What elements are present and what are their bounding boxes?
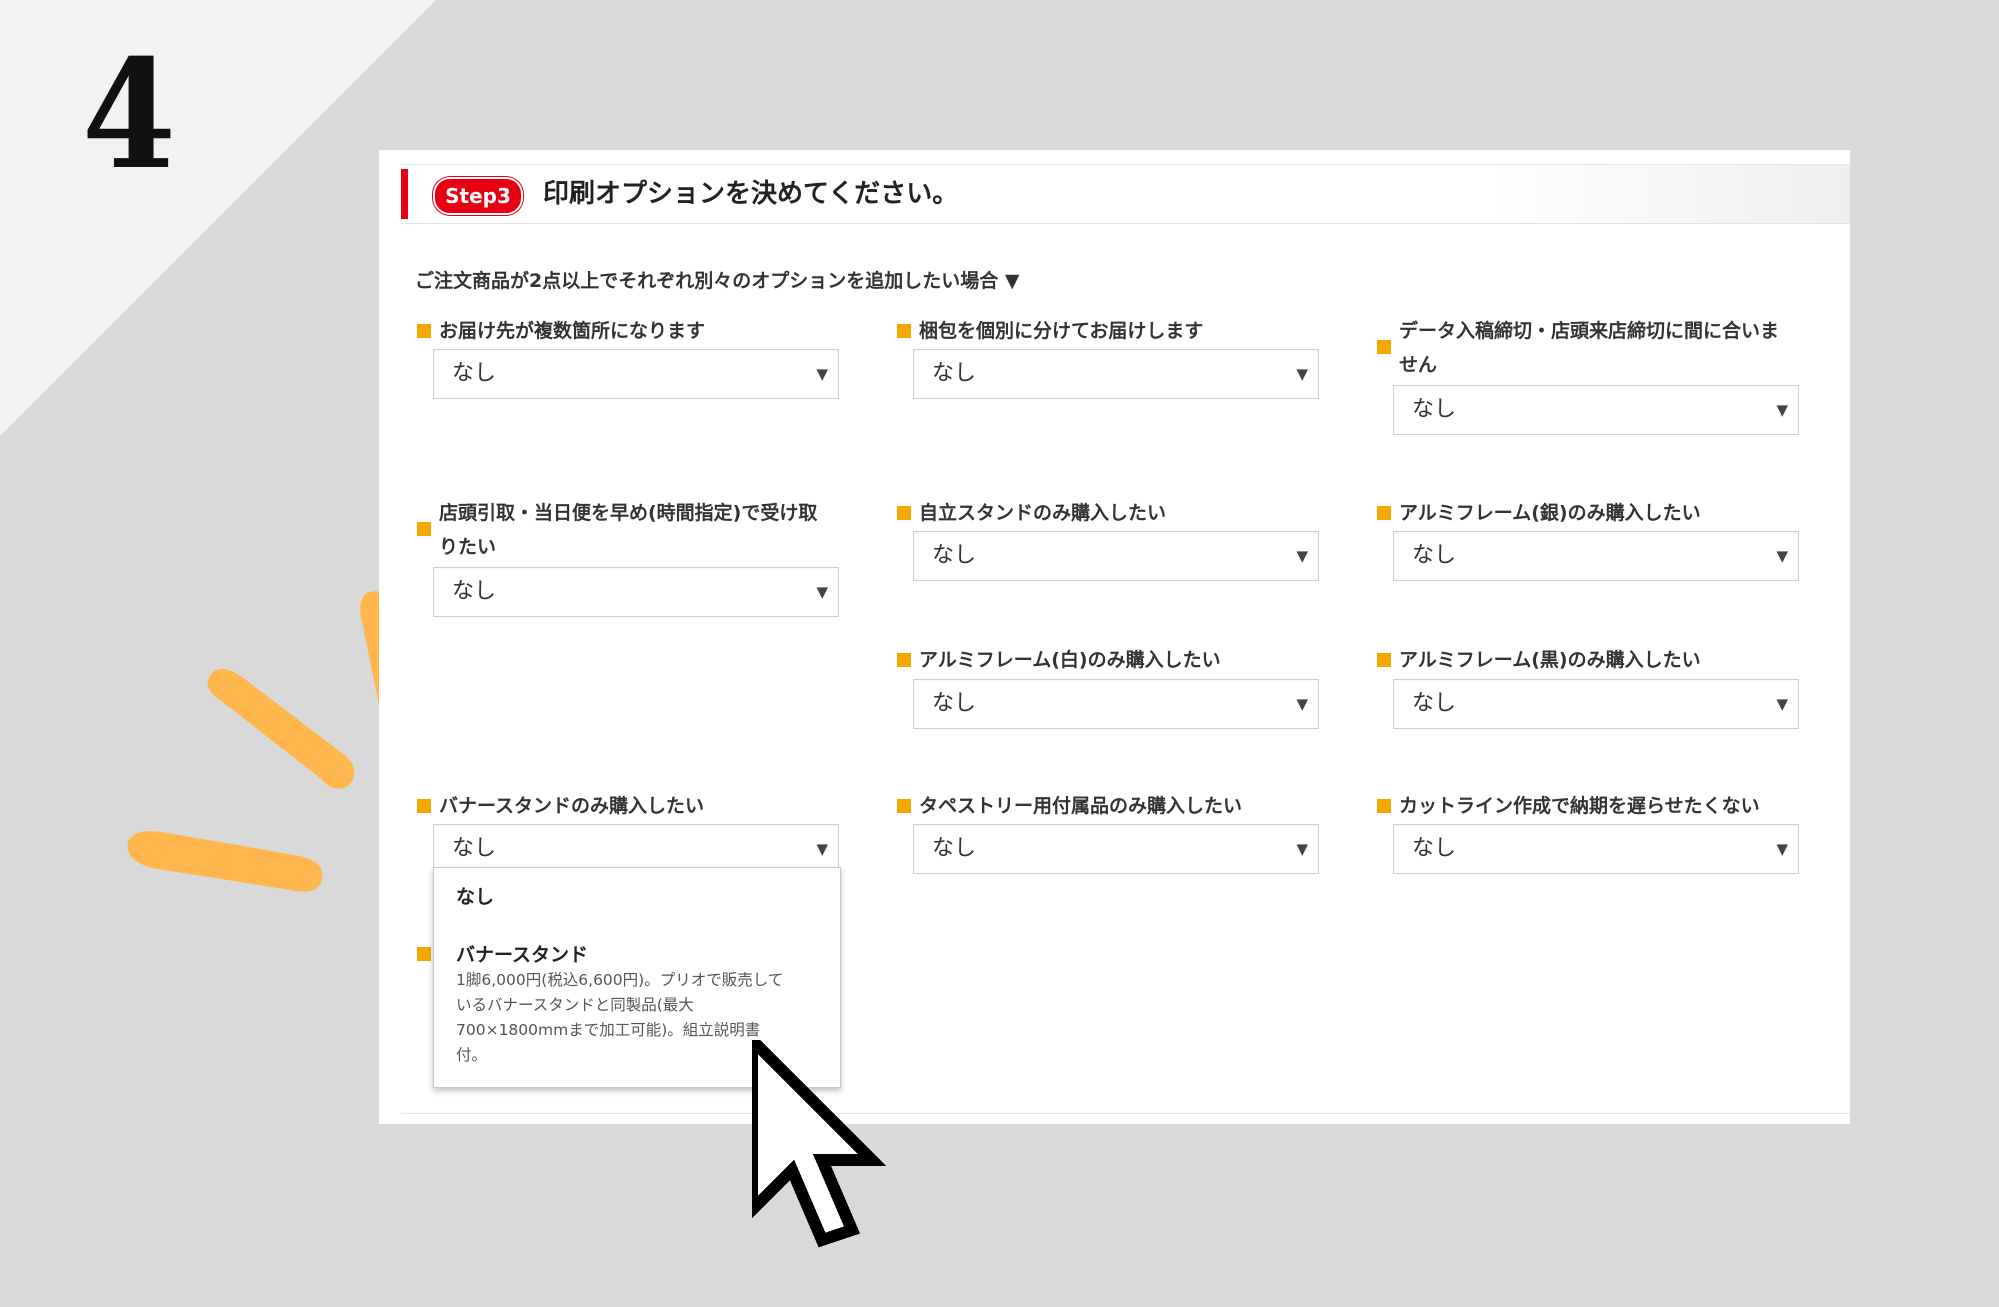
- select-cutline[interactable]: なし ▼: [1393, 824, 1799, 874]
- option-stand-only: 自立スタンドのみ購入したい: [897, 496, 1307, 530]
- select-value: なし: [1412, 397, 1457, 422]
- chevron-down-icon: ▼: [1296, 547, 1308, 565]
- bullet-icon: [417, 947, 431, 961]
- option-label: アルミフレーム(銀)のみ購入したい: [1399, 502, 1701, 524]
- option-separate-packing: 梱包を個別に分けてお届けします: [897, 314, 1307, 348]
- divider: [401, 1113, 1850, 1114]
- bullet-icon: [897, 324, 911, 338]
- option-label: 梱包を個別に分けてお届けします: [919, 320, 1204, 342]
- chevron-down-icon: ▼: [1776, 695, 1788, 713]
- bullet-icon: [417, 522, 431, 536]
- option-frame-black: アルミフレーム(黒)のみ購入したい: [1377, 643, 1787, 677]
- chevron-down-icon: ▼: [1776, 547, 1788, 565]
- option-label: アルミフレーム(黒)のみ購入したい: [1399, 649, 1701, 671]
- chevron-down-icon: ▼: [1296, 695, 1308, 713]
- bullet-icon: [417, 799, 431, 813]
- option-label: タペストリー用付属品のみ購入したい: [919, 795, 1243, 817]
- option-label-line2: せん: [1399, 354, 1438, 376]
- bullet-icon: [1377, 653, 1391, 667]
- option-label-line1: 店頭引取・当日便を早め(時間指定)で受け取: [439, 502, 818, 524]
- mouse-pointer-icon: [752, 1040, 887, 1248]
- option-label: 自立スタンドのみ購入したい: [919, 502, 1167, 524]
- select-store-pickup[interactable]: なし ▼: [433, 567, 839, 617]
- select-value: なし: [452, 579, 497, 604]
- option-label: お届け先が複数箇所になります: [439, 320, 706, 342]
- step-number: 4: [82, 27, 176, 203]
- bullet-icon: [1377, 506, 1391, 520]
- select-frame-black[interactable]: なし ▼: [1393, 679, 1799, 729]
- select-value: なし: [932, 691, 977, 716]
- step-badge: Step3: [433, 177, 523, 215]
- select-tapestry-accessories[interactable]: なし ▼: [913, 824, 1319, 874]
- select-value: なし: [932, 836, 977, 861]
- option-banner-stand: バナースタンドのみ購入したい: [417, 789, 827, 823]
- select-value: なし: [452, 361, 497, 386]
- option-label-line2: りたい: [439, 536, 497, 558]
- select-frame-silver[interactable]: なし ▼: [1393, 531, 1799, 581]
- select-value: なし: [1412, 836, 1457, 861]
- bullet-icon: [417, 324, 431, 338]
- step-title: 印刷オプションを決めてください。: [543, 179, 959, 209]
- option-frame-white: アルミフレーム(白)のみ購入したい: [897, 643, 1307, 677]
- select-value: なし: [452, 836, 497, 861]
- options-card: Step3 印刷オプションを決めてください。 ご注文商品が2点以上でそれぞれ別々…: [379, 150, 1850, 1124]
- chevron-down-icon: ▼: [1776, 401, 1788, 419]
- bullet-icon: [897, 506, 911, 520]
- bullet-icon: [897, 653, 911, 667]
- chevron-down-icon: ▼: [1776, 840, 1788, 858]
- dropdown-option-none[interactable]: なし: [456, 882, 494, 909]
- chevron-down-icon: ▼: [1296, 840, 1308, 858]
- select-separate-packing[interactable]: なし ▼: [913, 349, 1319, 399]
- option-label-line1: データ入稿締切・店頭来店締切に間に合いま: [1399, 320, 1780, 342]
- chevron-down-icon: ▼: [816, 365, 828, 383]
- chevron-down-icon: ▼: [816, 840, 828, 858]
- bullet-icon: [1377, 340, 1391, 354]
- option-tapestry-accessories: タペストリー用付属品のみ購入したい: [897, 789, 1307, 823]
- select-value: なし: [932, 543, 977, 568]
- option-label: バナースタンドのみ購入したい: [439, 795, 705, 817]
- option-deadline: データ入稿締切・店頭来店締切に間に合いま せん: [1377, 314, 1787, 382]
- step-header: Step3 印刷オプションを決めてください。: [401, 164, 1850, 224]
- option-store-pickup: 店頭引取・当日便を早め(時間指定)で受け取 りたい: [417, 496, 827, 564]
- select-multiple-destinations[interactable]: なし ▼: [433, 349, 839, 399]
- bullet-icon: [1377, 799, 1391, 813]
- select-frame-white[interactable]: なし ▼: [913, 679, 1319, 729]
- multi-item-note[interactable]: ご注文商品が2点以上でそれぞれ別々のオプションを追加したい場合 ▼: [415, 266, 1019, 293]
- option-label: カットライン作成で納期を遅らせたくない: [1399, 795, 1760, 817]
- select-value: なし: [1412, 543, 1457, 568]
- dropdown-option-banner-stand[interactable]: バナースタンド: [456, 940, 588, 967]
- chevron-down-icon: ▼: [816, 583, 828, 601]
- option-label: アルミフレーム(白)のみ購入したい: [919, 649, 1221, 671]
- select-deadline[interactable]: なし ▼: [1393, 385, 1799, 435]
- option-frame-silver: アルミフレーム(銀)のみ購入したい: [1377, 496, 1787, 530]
- select-stand-only[interactable]: なし ▼: [913, 531, 1319, 581]
- header-accent-bar: [401, 169, 408, 219]
- select-value: なし: [1412, 691, 1457, 716]
- chevron-down-icon: ▼: [1296, 365, 1308, 383]
- select-value: なし: [932, 361, 977, 386]
- option-multiple-destinations: お届け先が複数箇所になります: [417, 314, 827, 348]
- option-cutline: カットライン作成で納期を遅らせたくない: [1377, 789, 1787, 823]
- bullet-icon: [897, 799, 911, 813]
